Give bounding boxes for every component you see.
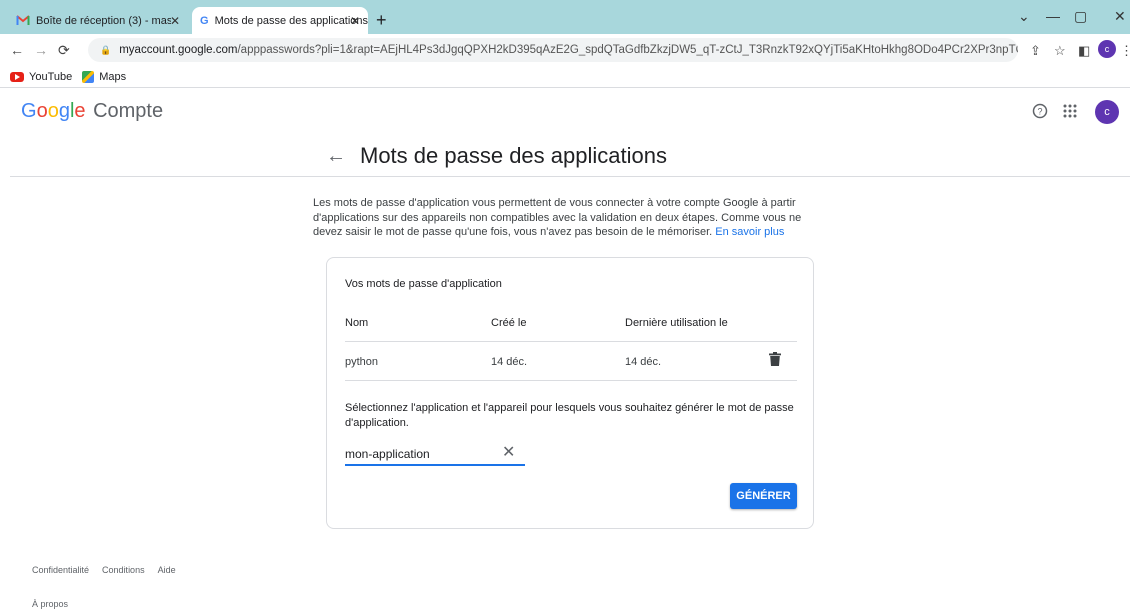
tab-gmail[interactable]: Boîte de réception (3) - master20 ✕ xyxy=(8,7,188,34)
google-logo: Google xyxy=(21,100,86,122)
svg-text:?: ? xyxy=(1037,107,1042,117)
url-path: /apppasswords?pli=1&rapt=AEjHL4Ps3dJgqQP… xyxy=(237,44,1018,56)
gmail-icon xyxy=(16,14,30,28)
column-header-created: Créé le xyxy=(491,317,527,329)
row-created: 14 déc. xyxy=(491,356,528,368)
terms-link[interactable]: Conditions xyxy=(102,565,145,575)
column-header-last-used: Dernière utilisation le xyxy=(625,317,728,329)
page-header: ← Mots de passe des applications xyxy=(326,143,667,169)
google-account-logo[interactable]: Google Compte xyxy=(21,100,163,123)
table-divider xyxy=(345,380,797,381)
browser-profile-avatar[interactable]: c xyxy=(1098,40,1116,58)
maps-icon xyxy=(82,70,95,83)
bookmark-star-icon[interactable]: ☆ xyxy=(1054,43,1066,59)
intro-text: Les mots de passe d'application vous per… xyxy=(313,196,813,240)
tab-label: Boîte de réception (3) - master20 xyxy=(36,14,171,27)
logo-compte-label: Compte xyxy=(93,100,164,122)
side-panel-icon[interactable]: ◧ xyxy=(1078,43,1090,59)
table-divider xyxy=(345,341,797,342)
minimize-icon[interactable]: — xyxy=(1046,8,1060,24)
help-link[interactable]: Aide xyxy=(158,565,176,575)
forward-nav-icon[interactable]: → xyxy=(34,42,48,58)
close-tab-icon[interactable]: ✕ xyxy=(350,14,360,28)
row-last-used: 14 déc. xyxy=(625,356,662,368)
learn-more-link[interactable]: En savoir plus xyxy=(715,226,784,238)
help-icon[interactable]: ? xyxy=(1032,103,1048,124)
app-passwords-card: Vos mots de passe d'application Nom Créé… xyxy=(326,257,814,529)
bookmark-maps[interactable]: Maps xyxy=(82,70,127,83)
new-tab-icon[interactable]: + xyxy=(376,11,387,29)
maximize-icon[interactable]: ▢ xyxy=(1074,8,1087,25)
google-icon: G xyxy=(200,14,209,27)
bookmark-label: YouTube xyxy=(29,70,73,83)
delete-trash-icon[interactable] xyxy=(769,352,785,368)
bookmark-label: Maps xyxy=(99,70,127,83)
tab-search-icon[interactable]: ⌄ xyxy=(1018,8,1030,25)
browser-toolbar: ← → ⟳ 🔒 myaccount.google.com/apppassword… xyxy=(0,34,1130,66)
url-host: myaccount.google.com xyxy=(119,44,238,56)
privacy-link[interactable]: Confidentialité xyxy=(32,565,89,575)
app-name-field[interactable]: ✕ xyxy=(345,444,525,466)
app-name-input[interactable] xyxy=(345,444,495,464)
select-app-instructions: Sélectionnez l'application et l'appareil… xyxy=(345,402,794,429)
reload-icon[interactable]: ⟳ xyxy=(58,42,70,59)
bookmark-youtube[interactable]: YouTube xyxy=(10,71,72,83)
about-link[interactable]: À propos xyxy=(32,599,68,609)
address-bar[interactable]: 🔒 myaccount.google.com/apppasswords?pli=… xyxy=(88,38,1018,62)
close-window-icon[interactable]: ✕ xyxy=(1114,8,1126,25)
column-header-name: Nom xyxy=(345,317,369,329)
apps-grid-icon[interactable] xyxy=(1062,103,1078,124)
account-avatar[interactable]: c xyxy=(1095,100,1119,124)
back-arrow-icon[interactable]: ← xyxy=(326,145,346,168)
tab-label: Mots de passe des applications xyxy=(214,14,369,27)
footer-links: Confidentialité Conditions Aide xyxy=(32,565,176,575)
row-name: python xyxy=(345,356,379,368)
bookmarks-bar: YouTube Maps xyxy=(0,66,1130,88)
header-divider xyxy=(10,176,1130,177)
close-tab-icon[interactable]: ✕ xyxy=(170,14,180,28)
clear-input-icon[interactable]: ✕ xyxy=(502,444,515,462)
page-title: Mots de passe des applications xyxy=(360,143,667,168)
youtube-icon xyxy=(10,71,24,82)
card-title: Vos mots de passe d'application xyxy=(345,278,502,290)
tab-app-passwords[interactable]: G Mots de passe des applications ✕ xyxy=(192,7,368,34)
share-icon[interactable]: ⇪ xyxy=(1030,43,1041,59)
back-nav-icon[interactable]: ← xyxy=(10,42,24,58)
lock-icon: 🔒 xyxy=(100,44,112,55)
generate-button[interactable]: GÉNÉRER xyxy=(730,483,797,509)
browser-tab-bar: Boîte de réception (3) - master20 ✕ G Mo… xyxy=(0,0,1130,34)
menu-icon[interactable]: ⋮ xyxy=(1120,43,1130,59)
